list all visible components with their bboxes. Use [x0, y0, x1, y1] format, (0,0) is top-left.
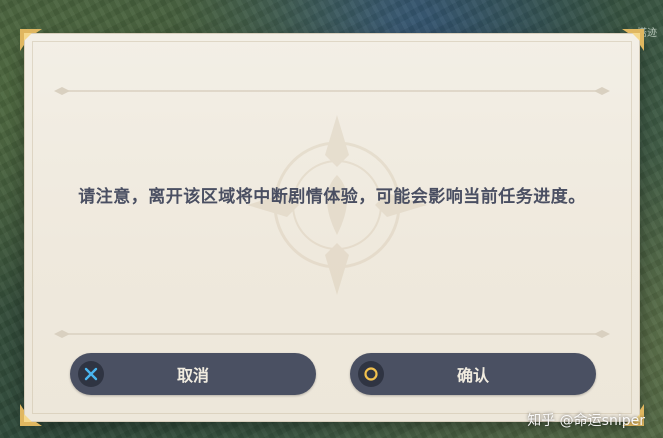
dialog-message: 请注意，离开该区域将中断剧情体验，可能会影响当前任务进度。 — [78, 187, 586, 207]
bottom-divider — [54, 330, 610, 338]
confirm-dialog: 请注意，离开该区域将中断剧情体验，可能会影响当前任务进度。 取消 确认 — [20, 29, 644, 426]
game-screen: 塔迹 请注意，离开该区域将中断剧情体验，可能会影响当前任务进度。 取消 确认 知… — [0, 0, 663, 438]
corner-ornament-icon — [622, 29, 644, 51]
confirm-button-label: 确认 — [456, 366, 489, 385]
cancel-button-label: 取消 — [176, 366, 209, 385]
source-watermark: 知乎 @命运sniper — [527, 413, 645, 429]
corner-ornament-icon — [20, 29, 42, 51]
circle-icon — [358, 361, 384, 387]
confirm-button[interactable]: 确认 — [350, 353, 596, 395]
cancel-button[interactable]: 取消 — [70, 353, 316, 395]
top-divider — [54, 87, 610, 95]
corner-ornament-icon — [20, 404, 42, 426]
x-icon — [78, 361, 104, 387]
